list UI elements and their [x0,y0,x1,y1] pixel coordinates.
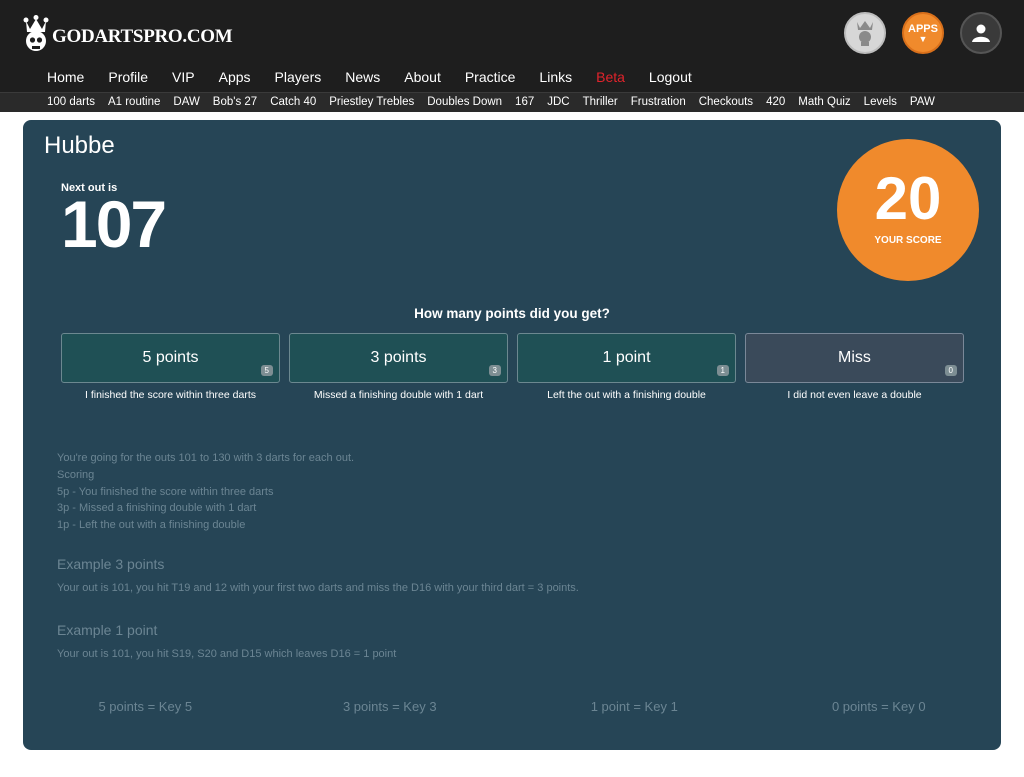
option-description: Missed a finishing double with 1 dart [313,389,484,401]
key-hint: 1 point = Key 1 [590,699,678,714]
nav-about[interactable]: About [404,69,441,85]
option-description: I finished the score within three darts [84,389,256,401]
option-miss: Miss 0 I did not even leave a double [745,333,964,401]
option-description: Left the out with a finishing double [547,389,706,401]
score-label: YOUR SCORE [874,234,942,246]
key-hint: 3 points = Key 3 [342,699,437,714]
subnav-item[interactable]: 100 darts [47,96,95,108]
practice-subnav: 100 darts A1 routine DAW Bob's 27 Catch … [0,92,1024,112]
instruction-line: 5p - You finished the score within three… [57,485,274,498]
apps-arrow-icon: ▼ [918,34,928,44]
crown-skull-icon [22,15,50,53]
game-instructions: You're going for the outs 101 to 130 wit… [57,450,354,534]
option-description: I did not even leave a double [787,389,922,401]
one-point-button[interactable]: 1 point 1 [517,333,736,383]
nav-news[interactable]: News [345,69,380,85]
example-3-heading: Example 3 points [57,556,165,572]
subnav-item[interactable]: 420 [766,96,785,108]
subnav-item[interactable]: Checkouts [699,96,753,108]
player-name: Hubbe [44,132,115,159]
five-points-button[interactable]: 5 points 5 [61,333,280,383]
subnav-item[interactable]: A1 routine [108,96,160,108]
game-panel: Hubbe Next out is 107 20 YOUR SCORE How … [23,120,1001,750]
key-badge: 0 [944,365,957,376]
example-1-text: Your out is 101, you hit S19, S20 and D1… [57,648,397,660]
miss-button[interactable]: Miss 0 [745,333,964,383]
subnav-item[interactable]: 167 [515,96,534,108]
nav-home[interactable]: Home [47,69,84,85]
nav-beta[interactable]: Beta [596,69,625,85]
option-5-points: 5 points 5 I finished the score within t… [61,333,280,401]
option-label: 5 points [142,349,199,366]
option-label: 1 point [602,349,651,366]
king-badge-icon[interactable] [844,12,886,54]
score-value: 20 [874,164,942,232]
main-nav: Home Profile VIP Apps Players News About… [47,69,716,85]
key-hint: 5 points = Key 5 [98,699,193,714]
nav-profile[interactable]: Profile [108,69,148,85]
nav-practice[interactable]: Practice [465,69,516,85]
nav-logout[interactable]: Logout [649,69,692,85]
example-3-text: Your out is 101, you hit T19 and 12 with… [57,582,579,594]
subnav-item[interactable]: Priestley Trebles [329,96,414,108]
instruction-line: 1p - Left the out with a finishing doubl… [57,519,246,532]
subnav-item[interactable]: Bob's 27 [213,96,257,108]
subnav-item[interactable]: Frustration [631,96,686,108]
subnav-item[interactable]: Doubles Down [427,96,502,108]
three-points-button[interactable]: 3 points 3 [289,333,508,383]
subnav-item[interactable]: Math Quiz [798,96,850,108]
key-badge: 1 [716,365,729,376]
score-circle: 20 YOUR SCORE [837,139,979,281]
instruction-line: 3p - Missed a finishing double with 1 da… [57,502,257,515]
key-badge: 5 [260,365,273,376]
subnav-item[interactable]: PAW [910,96,935,108]
nav-links[interactable]: Links [539,69,572,85]
subnav-item[interactable]: Catch 40 [270,96,316,108]
option-3-points: 3 points 3 Missed a finishing double wit… [289,333,508,401]
next-out-value: 107 [61,187,167,261]
subnav-item[interactable]: JDC [547,96,569,108]
nav-vip[interactable]: VIP [172,69,195,85]
keyboard-shortcuts: 5 points = Key 5 3 points = Key 3 1 poin… [23,699,1001,714]
nav-players[interactable]: Players [275,69,322,85]
subnav-item[interactable]: DAW [173,96,199,108]
key-badge: 3 [488,365,501,376]
option-label: Miss [838,349,871,366]
account-icons: APPS ▼ [844,12,1002,54]
instruction-line: You're going for the outs 101 to 130 wit… [57,452,355,464]
apps-button[interactable]: APPS ▼ [902,12,944,54]
points-options: 5 points 5 I finished the score within t… [61,333,964,401]
site-logo[interactable]: GODARTSPRO.COM [22,14,233,54]
user-avatar-icon[interactable] [960,12,1002,54]
option-1-point: 1 point 1 Left the out with a finishing … [517,333,736,401]
example-1-heading: Example 1 point [57,622,158,638]
option-label: 3 points [370,349,427,366]
top-bar: GODARTSPRO.COM APPS ▼ Home Profile VIP A… [0,0,1024,112]
points-question: How many points did you get? [414,306,610,321]
site-name: GODARTSPRO.COM [52,26,233,47]
subnav-item[interactable]: Levels [864,96,897,108]
key-hint: 0 points = Key 0 [831,699,926,714]
subnav-item[interactable]: Thriller [583,96,618,108]
nav-apps[interactable]: Apps [219,69,251,85]
instruction-line: Scoring [57,468,95,481]
